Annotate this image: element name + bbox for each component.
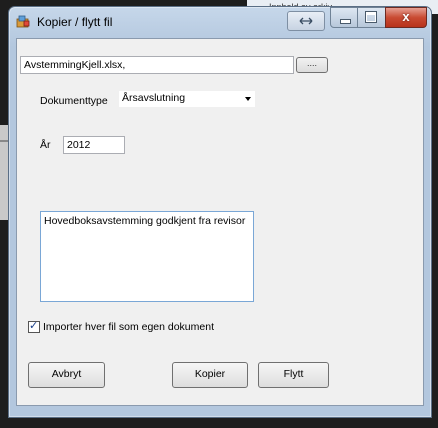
- copy-button[interactable]: Kopier: [172, 362, 248, 388]
- browse-button[interactable]: ....: [296, 57, 328, 73]
- app-icon: [16, 15, 30, 28]
- cancel-button[interactable]: Avbryt: [28, 362, 105, 388]
- close-button[interactable]: x: [385, 7, 427, 28]
- restore-button[interactable]: [287, 11, 325, 31]
- comment-textarea[interactable]: Hovedboksavstemming godkjent fra revisor: [40, 211, 254, 302]
- maximize-button[interactable]: [357, 7, 386, 28]
- import-checkbox[interactable]: [28, 319, 40, 333]
- import-checkbox-label: Importer hver fil som egen dokument: [43, 321, 214, 333]
- doc-type-select[interactable]: Årsavslutning: [119, 91, 255, 107]
- doc-type-value: Årsavslutning: [122, 92, 186, 104]
- move-button[interactable]: Flytt: [258, 362, 329, 388]
- doc-type-label: Dokumenttype: [40, 95, 108, 107]
- restore-icon: [299, 17, 313, 25]
- file-path-input[interactable]: [20, 56, 294, 74]
- minimize-button[interactable]: [330, 7, 359, 28]
- year-label: År: [40, 139, 51, 151]
- year-input[interactable]: [63, 136, 125, 154]
- window-controls: x: [330, 7, 427, 28]
- title-bar[interactable]: Kopier / flytt fil x: [9, 7, 431, 37]
- window-title: Kopier / flytt fil: [37, 15, 113, 29]
- chevron-down-icon: [245, 97, 251, 101]
- close-icon: x: [402, 9, 410, 24]
